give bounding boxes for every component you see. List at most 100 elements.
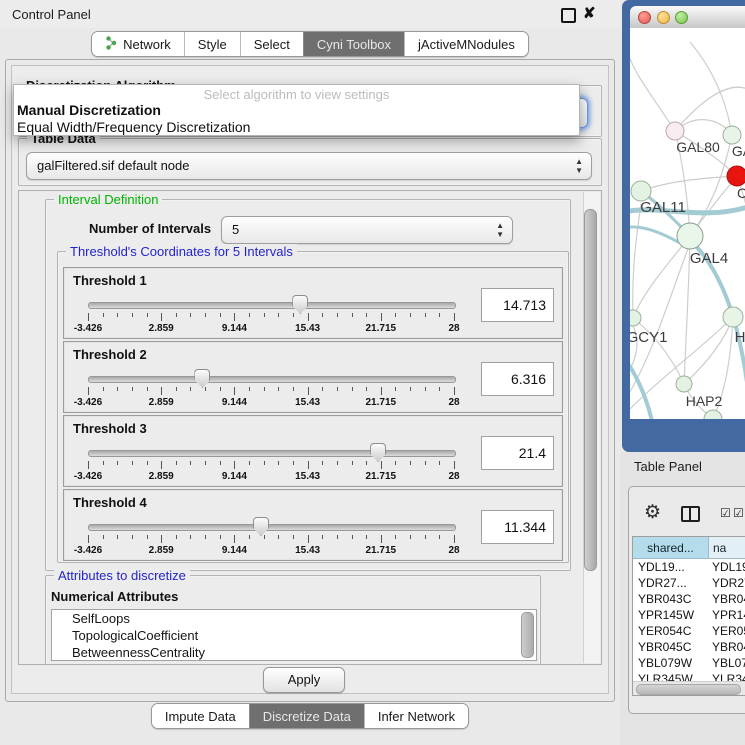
select-none-columns-icon[interactable]: ☑	[733, 506, 744, 520]
window-float-icon[interactable]	[561, 8, 576, 23]
threshold-slider-thumb[interactable]	[194, 369, 210, 388]
number-of-intervals-spinner[interactable]: 5 ▲▼	[221, 216, 513, 244]
table-row[interactable]: YDL19...YDL19	[633, 559, 745, 575]
slider-tick-label: -3.426	[74, 545, 102, 556]
split-columns-icon[interactable]	[681, 506, 700, 522]
slider-tick	[132, 387, 133, 391]
control-panel-header: Control Panel ✘	[0, 0, 620, 28]
right-node[interactable]	[723, 307, 743, 327]
tab-style[interactable]: Style	[184, 32, 240, 56]
dropdown-option-equal-width-frequency-discretization[interactable]: Equal Width/Frequency Discretization	[14, 119, 579, 136]
numerical-attributes-list[interactable]: SelfLoopsTopologicalCoefficientBetweenne…	[51, 609, 537, 661]
bottom-tab-impute-data[interactable]: Impute Data	[152, 704, 249, 728]
algorithm-dropdown-popup: Select algorithm to view settings Manual…	[13, 84, 580, 136]
bottom-node[interactable]	[704, 410, 722, 419]
network-edge[interactable]	[633, 318, 684, 384]
gcy1-node[interactable]	[630, 310, 641, 326]
node-label-gal80: GAL80	[676, 139, 720, 155]
minimize-traffic-light-icon[interactable]	[657, 11, 670, 24]
threshold-label: Threshold 4	[73, 495, 147, 510]
slider-tick-label: -3.426	[74, 323, 102, 334]
attribute-item-selfloops[interactable]: SelfLoops	[52, 610, 536, 627]
table-row[interactable]: YBL079WYBL07	[633, 655, 745, 671]
slider-tick	[381, 461, 382, 469]
network-window-titlebar[interactable]	[630, 6, 745, 29]
gal80-node[interactable]	[666, 122, 684, 140]
settings-scrollbar-track[interactable]	[583, 192, 600, 663]
threshold-value-field[interactable]: 11.344	[481, 510, 554, 544]
attribute-list-scrollbar[interactable]	[521, 612, 534, 658]
slider-tick	[132, 461, 133, 465]
network-edge[interactable]	[684, 317, 733, 384]
slider-tick	[132, 313, 133, 317]
slider-tick	[395, 387, 396, 391]
select-all-columns-icon[interactable]: ☑	[720, 506, 731, 520]
slider-tick	[103, 535, 104, 539]
table-data-combobox-value: galFiltered.sif default node	[37, 158, 189, 173]
slider-tick	[161, 535, 162, 543]
attribute-item-topologicalcoefficient[interactable]: TopologicalCoefficient	[52, 627, 536, 644]
dropdown-option-manual-discretization[interactable]: Manual Discretization	[14, 102, 579, 119]
threshold-slider-thumb[interactable]	[292, 295, 308, 314]
table-row[interactable]: YPR145WYPR14	[633, 607, 745, 623]
table-row[interactable]: YER054CYER05	[633, 623, 745, 639]
close-traffic-light-icon[interactable]	[638, 11, 651, 24]
slider-tick	[234, 535, 235, 543]
threshold-value-field[interactable]: 6.316	[481, 362, 554, 396]
table-hscrollbar-thumb[interactable]	[636, 684, 741, 695]
threshold-panel-3: Threshold 3-3.4262.8599.14415.4321.71528…	[63, 415, 563, 487]
hap2-node[interactable]	[676, 376, 692, 392]
threshold-slider-thumb[interactable]	[253, 517, 269, 536]
table-row[interactable]: YBR045CYBR04	[633, 639, 745, 655]
gal4-node[interactable]	[677, 223, 703, 249]
red-node[interactable]	[727, 166, 745, 186]
network-edge[interactable]	[641, 176, 737, 191]
threshold-slider-track[interactable]	[88, 450, 456, 457]
table-hscrollbar-track[interactable]	[633, 681, 745, 695]
column-header-name[interactable]: na	[709, 537, 745, 559]
threshold-slider-track[interactable]	[88, 524, 456, 531]
table-row[interactable]: YDR27...YDR27	[633, 575, 745, 591]
network-view-canvas[interactable]: GAL80GACGAL11GAL4GCY1HHAP2	[630, 28, 745, 419]
network-edge[interactable]	[675, 87, 745, 131]
threshold-value-field[interactable]: 14.713	[481, 288, 554, 322]
network-edge-highlighted[interactable]	[630, 358, 652, 419]
slider-tick	[425, 461, 426, 465]
attribute-item-betweennesscentrality[interactable]: BetweennessCentrality	[52, 644, 536, 661]
tab-label: Network	[123, 37, 171, 52]
tab-cyni-toolbox[interactable]: Cyni Toolbox	[303, 32, 404, 56]
slider-tick	[395, 535, 396, 539]
node-table[interactable]: shared... na YDL19...YDL19YDR27...YDR27Y…	[632, 536, 745, 696]
control-panel-title: Control Panel	[12, 7, 91, 22]
network-edge[interactable]	[630, 46, 675, 131]
threshold-value-field[interactable]: 21.4	[481, 436, 554, 470]
tab-jactivemnodules[interactable]: jActiveMNodules	[404, 32, 528, 56]
cell-shared-name: YBR045C	[638, 639, 691, 655]
tab-network[interactable]: Network	[92, 32, 184, 56]
table-data-combobox[interactable]: galFiltered.sif default node ▲▼	[26, 152, 592, 180]
slider-tick	[103, 387, 104, 391]
bottom-tab-infer-network[interactable]: Infer Network	[364, 704, 468, 728]
tab-label: Discretize Data	[263, 709, 351, 724]
settings-scrollbar-thumb[interactable]	[584, 209, 597, 571]
tab-select[interactable]: Select	[240, 32, 303, 56]
column-header-shared-name[interactable]: shared...	[633, 537, 709, 559]
slider-tick	[381, 535, 382, 543]
table-row[interactable]: YBR043CYBR04	[633, 591, 745, 607]
tab-label: Select	[254, 37, 290, 52]
slider-tick	[395, 313, 396, 317]
node-label-gcy1: GCY1	[630, 329, 667, 346]
top-right-node[interactable]	[723, 126, 741, 144]
zoom-traffic-light-icon[interactable]	[675, 11, 688, 24]
gal11-node[interactable]	[631, 181, 651, 201]
top-tab-bar: Network Style Select Cyni ToolboxjActiveMNo…	[91, 31, 529, 57]
bottom-tab-discretize-data[interactable]: Discretize Data	[249, 704, 364, 728]
apply-button[interactable]: Apply	[263, 667, 345, 693]
network-edge[interactable]	[633, 236, 690, 318]
network-edge[interactable]	[633, 204, 641, 318]
table-settings-gear-icon[interactable]: ⚙	[644, 501, 661, 524]
threshold-slider-track[interactable]	[88, 376, 456, 383]
threshold-slider-track[interactable]	[88, 302, 456, 309]
window-close-icon[interactable]: ✘	[583, 4, 596, 22]
threshold-slider-thumb[interactable]	[370, 443, 386, 462]
